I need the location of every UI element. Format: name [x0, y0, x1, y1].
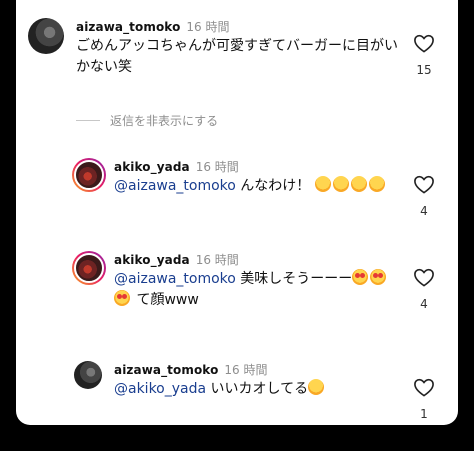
- username[interactable]: akiko_yada: [114, 253, 190, 267]
- like-control: 15: [412, 33, 436, 77]
- avatar[interactable]: [72, 158, 106, 192]
- comment-text: ごめんアッコちゃんが可愛すぎてバーガーに目がい かない笑: [76, 36, 406, 78]
- reply-text: んなわけ！: [235, 178, 311, 194]
- reply-text: いいカオしてる: [206, 381, 309, 397]
- heart-eyes-icon: [370, 269, 387, 285]
- comments-panel: aizawa_tomoko 16 時間 ごめんアッコちゃんが可愛すぎてバーガーに目…: [16, 0, 458, 425]
- heart-eyes-icon: [114, 290, 130, 306]
- rofl-icon: [350, 176, 367, 192]
- avatar[interactable]: [72, 251, 106, 285]
- like-control: 1: [412, 377, 436, 421]
- hide-replies-label: 返信を非表示にする: [110, 114, 219, 128]
- timestamp: 16 時間: [195, 160, 239, 174]
- like-count: 15: [416, 63, 432, 77]
- hide-replies-button[interactable]: 返信を非表示にする: [76, 112, 218, 129]
- comment-text-line: かない笑: [76, 59, 132, 75]
- heart-icon[interactable]: [413, 174, 435, 194]
- comment-text: @aizawa_tomoko 美味しそうーーー て顔www: [114, 269, 414, 311]
- mention-link[interactable]: @akiko_yada: [114, 381, 206, 397]
- joy-icon: [308, 379, 325, 395]
- like-control: 4: [412, 174, 436, 218]
- username[interactable]: akiko_yada: [114, 160, 190, 174]
- rofl-icon: [332, 176, 349, 192]
- avatar[interactable]: [28, 18, 64, 54]
- reply-item: akiko_yada 16 時間 @aizawa_tomoko んなわけ！ 4: [16, 150, 458, 230]
- avatar[interactable]: [74, 361, 102, 389]
- comment-text: @akiko_yada いいカオしてる: [114, 379, 414, 400]
- like-count: 1: [420, 407, 428, 421]
- timestamp: 16 時間: [224, 363, 268, 377]
- reply-text-line2: て顔www: [132, 292, 199, 308]
- heart-icon[interactable]: [413, 267, 435, 287]
- mention-link[interactable]: @aizawa_tomoko: [114, 178, 236, 194]
- heart-icon[interactable]: [413, 33, 435, 53]
- rofl-icon: [314, 176, 331, 192]
- like-count: 4: [420, 204, 428, 218]
- username[interactable]: aizawa_tomoko: [114, 363, 218, 377]
- comment-header: akiko_yada 16 時間: [114, 158, 239, 175]
- reply-text: 美味しそうーーー: [235, 271, 353, 287]
- comment-text-line: ごめんアッコちゃんが可愛すぎてバーガーに目がい: [76, 38, 398, 54]
- divider: [76, 120, 100, 121]
- timestamp: 16 時間: [195, 253, 239, 267]
- comment-text: @aizawa_tomoko んなわけ！: [114, 176, 414, 197]
- heart-icon[interactable]: [413, 377, 435, 397]
- reply-item: akiko_yada 16 時間 @aizawa_tomoko 美味しそうーーー …: [16, 243, 458, 333]
- comment-header: akiko_yada 16 時間: [114, 251, 239, 268]
- comment-header: aizawa_tomoko 16 時間: [114, 361, 268, 378]
- rofl-icon: [368, 176, 385, 192]
- like-count: 4: [420, 297, 428, 311]
- heart-eyes-icon: [352, 269, 369, 285]
- like-control: 4: [412, 267, 436, 311]
- timestamp: 16 時間: [186, 20, 230, 34]
- mention-link[interactable]: @aizawa_tomoko: [114, 271, 236, 287]
- comment-item: aizawa_tomoko 16 時間 ごめんアッコちゃんが可愛すぎてバーガーに目…: [16, 0, 458, 100]
- reply-item: aizawa_tomoko 16 時間 @akiko_yada いいカオしてる 1: [16, 353, 458, 423]
- comment-header: aizawa_tomoko 16 時間: [76, 18, 230, 35]
- username[interactable]: aizawa_tomoko: [76, 20, 180, 34]
